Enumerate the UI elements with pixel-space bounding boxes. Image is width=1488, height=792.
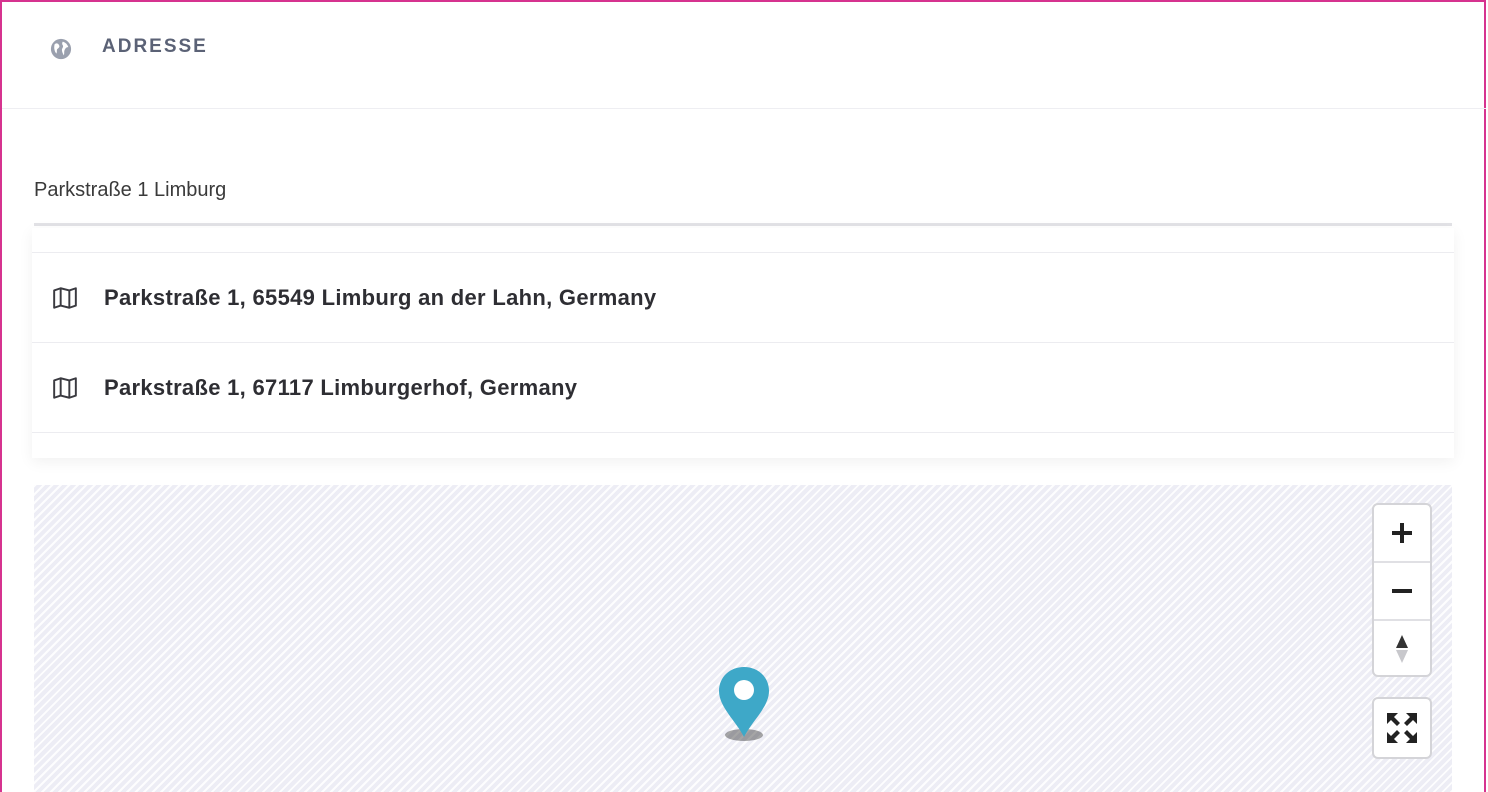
suggestion-label: Parkstraße 1, 67117 Limburgerhof, German… — [104, 374, 578, 400]
suggestion-list-spacer — [32, 228, 1454, 253]
fullscreen-icon — [1387, 713, 1417, 743]
minus-icon — [1392, 589, 1412, 593]
suggestion-label: Parkstraße 1, 65549 Limburg an der Lahn,… — [104, 284, 657, 310]
fullscreen-button[interactable] — [1372, 697, 1432, 759]
map-icon — [53, 376, 77, 399]
section-header: ADRESSE — [2, 2, 1486, 109]
location-marker-icon[interactable] — [716, 665, 772, 747]
address-search-input[interactable] — [34, 164, 1452, 216]
plus-icon — [1392, 523, 1412, 543]
section-title: ADRESSE — [102, 36, 208, 57]
suggestion-item[interactable]: Parkstraße 1, 67117 Limburgerhof, German… — [32, 343, 1454, 433]
globe-icon — [50, 38, 72, 60]
zoom-out-button[interactable] — [1374, 563, 1430, 621]
compass-icon — [1396, 635, 1408, 663]
zoom-in-button[interactable] — [1374, 505, 1430, 563]
suggestion-item[interactable]: Parkstraße 1, 65549 Limburg an der Lahn,… — [32, 253, 1454, 343]
map-navigation-controls — [1372, 503, 1432, 677]
map-icon — [53, 286, 77, 309]
suggestion-list: Parkstraße 1, 65549 Limburg an der Lahn,… — [32, 228, 1454, 458]
address-search-field[interactable] — [34, 164, 1452, 226]
compass-button[interactable] — [1374, 621, 1430, 677]
